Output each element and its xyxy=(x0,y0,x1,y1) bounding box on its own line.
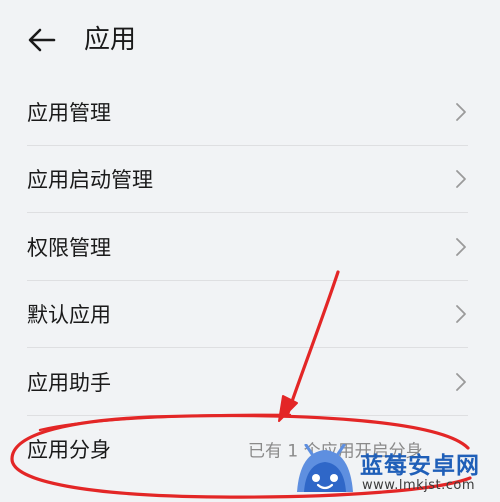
list-item-label: 默认应用 xyxy=(27,303,111,328)
list-item-default-apps[interactable]: 默认应用 xyxy=(0,281,500,348)
chevron-right-icon xyxy=(456,102,466,121)
chevron-right-icon xyxy=(456,305,466,324)
list-item-app-launch-management[interactable]: 应用启动管理 xyxy=(0,146,500,213)
list-item-app-management[interactable]: 应用管理 xyxy=(0,78,500,146)
chevron-right-icon xyxy=(456,237,466,256)
list-item-label: 应用启动管理 xyxy=(27,168,153,193)
list-item-label: 权限管理 xyxy=(27,235,111,260)
page-title: 应用 xyxy=(84,25,137,55)
watermark: 蓝莓安卓网 www.lmkjst.com xyxy=(294,440,494,502)
watermark-url: www.lmkjst.com xyxy=(362,478,476,493)
chevron-right-icon xyxy=(456,372,466,391)
watermark-brand: 蓝莓安卓网 xyxy=(360,453,480,479)
header: 应用 xyxy=(0,0,500,78)
list-item-permission-management[interactable]: 权限管理 xyxy=(0,213,500,281)
back-arrow-icon[interactable] xyxy=(26,24,58,56)
android-robot-icon xyxy=(297,444,353,492)
list-item-app-assistant[interactable]: 应用助手 xyxy=(0,348,500,416)
list-item-label: 应用管理 xyxy=(27,100,111,125)
settings-list: 应用管理 应用启动管理 权限管理 默认应用 应用助手 应用分身 已有 1 个应用… xyxy=(0,78,500,483)
chevron-right-icon xyxy=(456,170,466,189)
list-item-label: 应用助手 xyxy=(27,370,111,395)
list-item-label: 应用分身 xyxy=(27,438,111,463)
